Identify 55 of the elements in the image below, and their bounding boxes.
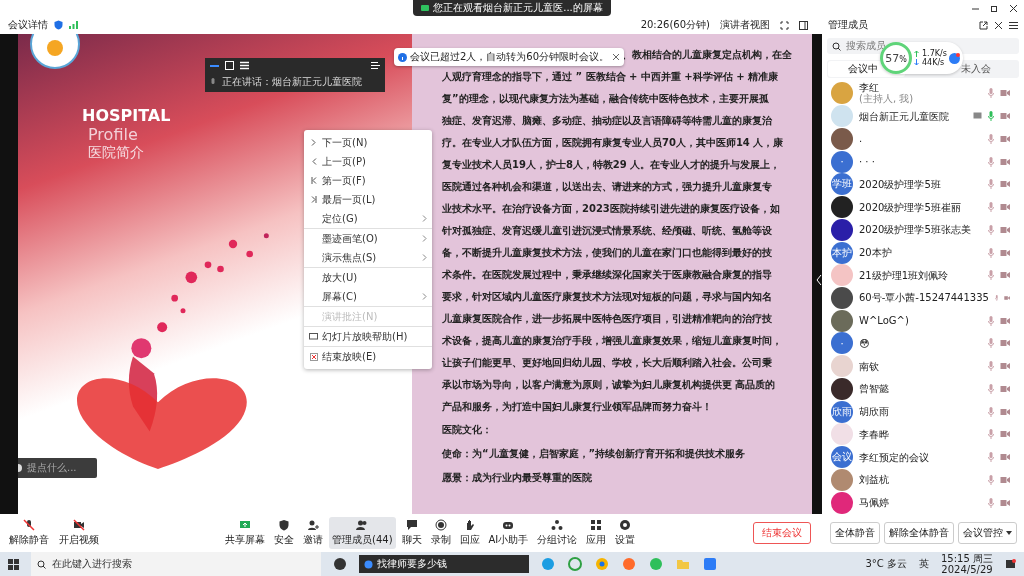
member-name: 2020级护理学5班 xyxy=(859,178,942,190)
member-name: 胡欣雨 xyxy=(859,406,890,418)
paragraph-line: 让孩子们能更早、更好地回归幼儿园、学校，长大后顺利踏入社会。公司秉 xyxy=(442,356,773,370)
member-name: 刘益杭 xyxy=(859,474,890,486)
panel-title: 管理成员 xyxy=(828,18,869,32)
toast-text: 会议已超过2人，自动转为60分钟限时会议。 xyxy=(410,50,610,64)
member-name: 李红预定的会议 xyxy=(859,451,930,463)
culture-line: 使命：为“儿童复健，启智家庭，”持续创新疗育开拓和提供技术服务 xyxy=(442,447,747,461)
member-name: 😳 xyxy=(859,337,871,349)
banner-text: 您正在观看烟台新正元儿童医...的屏幕 xyxy=(433,1,603,15)
download-rate: 44K/s xyxy=(922,58,945,67)
member-name: 李红 xyxy=(859,82,880,94)
paragraph-line: 人观疗育理念的指导下，通过 ” 医教结合 + 中西并重 +科学评估 + 精准康 xyxy=(442,70,780,84)
member-name: . xyxy=(859,133,864,145)
paragraph-line: 术设备，提高儿童的康复治疗手段，增强儿童康复效果，缩短儿童康复时间， xyxy=(442,334,783,348)
paragraph-line: 术条件。在医院发展过程中，秉承继续深化国家关于医康教融合康复的指导 xyxy=(442,268,773,282)
member-name: 烟台新正元儿童医院 xyxy=(859,110,950,122)
paragraph-line: 疗。在专业人才队伍方面，医院拥有康复专业人员70人，其中医师14 人，康 xyxy=(442,136,785,150)
paragraph-line: 承以市场为导向，以客户满意为原则，诚挚为妇儿康复机构提供更 高品质的 xyxy=(442,378,777,392)
paragraph-line: 医院通过各种机会和渠道，以送出去、请进来的方式，强力提升儿童康复专 xyxy=(442,180,773,194)
member-role: (主持人, 我) xyxy=(859,93,915,105)
culture-line: 愿景：成为行业内最受尊重的医院 xyxy=(442,471,593,485)
member-name: 21级护理1班刘佩玲 xyxy=(859,269,950,281)
avatar-badge: · xyxy=(831,150,853,173)
paragraph-line: 复专业技术人员19人，护士8人，特教29 人。在专业人才的提升与发展上， xyxy=(442,158,782,172)
paragraph-line: 备，不断提升儿童康复技术方法，使我们的儿童在家门口也能得到最好的技 xyxy=(442,246,773,260)
avatar-badge: 学班 xyxy=(831,173,853,196)
member-name: 李春晔 xyxy=(859,428,890,440)
slide-title: HOSPITAL xyxy=(82,106,171,125)
paragraph-line: 产品和服务，为打造中国妇儿康复行业领军品牌而努力奋斗！ xyxy=(442,400,713,414)
member-name: W^LoG^) xyxy=(859,315,910,327)
slide-subtitle: Profile xyxy=(87,125,139,144)
member-name: 南钦 xyxy=(859,360,880,372)
member-name: 2020级护理学5班张志美 xyxy=(859,224,972,236)
culture-line: 医院文化： xyxy=(442,423,493,437)
member-name: 曾智懿 xyxy=(859,383,890,395)
avatar-badge: 会议 xyxy=(831,446,853,469)
slide-heading: 医院简介 xyxy=(87,144,145,162)
avatar-badge: 本护 xyxy=(831,241,853,264)
member-name: 20本护 xyxy=(859,247,893,258)
paragraph-line: 复”的理念，以现代康复方法为基础，融合传统中医特色技术，主要开展孤 xyxy=(442,92,770,106)
paragraph-line: 、教相结合的儿童康复定点机构，在全 xyxy=(622,48,792,62)
paragraph-line: 独症、发育迟滞、脑瘫、多动症、抽动症以及言语障碍等特需儿童的康复治 xyxy=(442,114,773,128)
speaker-text: 正在讲话：烟台新正元儿童医院 xyxy=(222,75,362,89)
member-name: · · · xyxy=(859,156,876,168)
member-name: 2020级护理学5班崔丽 xyxy=(859,201,962,213)
upload-rate: 1.7K/s xyxy=(922,49,947,58)
member-name: 60号-覃小茜-15247441335 xyxy=(859,292,989,304)
avatar-badge: · xyxy=(831,332,853,355)
paragraph-line: 儿童康复医院合作，进一步拓展中医特色医疗项目，引进精准靶向的治疗技 xyxy=(442,312,773,326)
avatar-badge: 欣雨 xyxy=(831,400,853,423)
paragraph-line: 针对孤独症、发育迟缓儿童引进沉浸式情景系统、经颅磁、听统、氢舱等设 xyxy=(442,224,773,238)
paragraph-line: 业技术水平。在治疗设备方面，2023医院持续引进先进的康复医疗设备，如 xyxy=(442,202,781,216)
member-name: 马佩婷 xyxy=(859,497,890,509)
paragraph-line: 要求，针对区域内儿童医疗康复技术方法现对短板的问题，寻求与国内知名 xyxy=(442,290,773,304)
